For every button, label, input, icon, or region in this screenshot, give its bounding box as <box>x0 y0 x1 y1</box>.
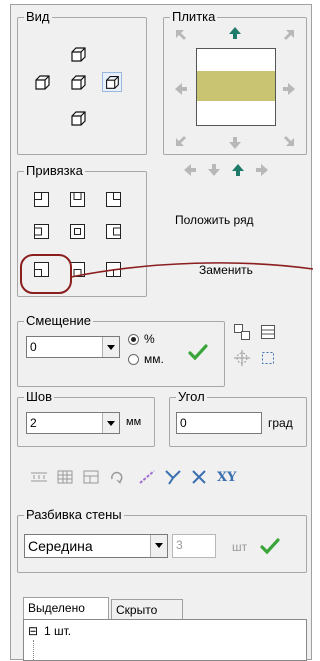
shift-down-icon[interactable] <box>207 163 221 177</box>
tile-group-title: Плитка <box>170 9 218 25</box>
distribute-horizontal-icon[interactable] <box>29 469 49 487</box>
seam-combo[interactable]: 2 <box>26 412 120 434</box>
wall-split-group-title: Разбивка стены <box>24 507 124 523</box>
selection-tree: ⊟ 1 шт. <box>23 619 307 661</box>
wall-split-dropdown-icon[interactable] <box>150 535 167 557</box>
wall-split-group: Разбивка стены Середина 3 шт <box>17 507 307 573</box>
highlight-annotation <box>20 254 313 294</box>
tile-tool-panel: Вид Плитка Привязка Положить ряд Заменит… <box>10 4 313 661</box>
wall-split-apply-checkmark-icon[interactable] <box>260 538 280 555</box>
offset-group: Смещение 0 % мм. <box>17 313 225 387</box>
cross-icon[interactable] <box>189 469 209 487</box>
arrow-right-icon[interactable] <box>282 82 296 96</box>
snap-middle-left-icon[interactable] <box>34 224 49 239</box>
snap-top-left-icon[interactable] <box>34 192 49 207</box>
angle-input[interactable]: 0 <box>176 412 262 434</box>
tree-line <box>33 640 34 660</box>
view-bottom-cube-icon[interactable] <box>68 108 88 128</box>
offset-mm-label: мм. <box>144 352 164 366</box>
offset-group-title: Смещение <box>24 313 94 329</box>
arrow-up-left-icon[interactable] <box>174 28 188 42</box>
view-top-cube-icon[interactable] <box>68 44 88 64</box>
angle-group: Угол 0 град <box>169 389 307 447</box>
seam-unit: мм <box>126 416 142 428</box>
line-tool-icon[interactable] <box>137 469 157 487</box>
snap-top-center-icon[interactable] <box>70 192 85 207</box>
tile-group: Плитка <box>163 9 307 155</box>
arrange-icon[interactable] <box>233 323 253 341</box>
offset-value: 0 <box>30 340 37 354</box>
wall-split-unit: шт <box>232 540 248 554</box>
offset-percent-radio[interactable] <box>128 334 139 345</box>
view-right-cube-icon[interactable] <box>102 72 122 92</box>
xy-button[interactable]: XY <box>217 470 236 485</box>
angle-unit: град <box>268 416 293 430</box>
replace-button[interactable]: Заменить <box>199 263 253 277</box>
wall-split-combo[interactable]: Середина <box>24 534 168 558</box>
view-front-cube-icon[interactable] <box>68 72 88 92</box>
tab-hidden[interactable]: Скрыто <box>111 599 183 619</box>
seam-value: 2 <box>30 416 37 430</box>
rotate-icon[interactable] <box>107 469 127 487</box>
arrow-down-icon[interactable] <box>228 136 242 150</box>
seam-dropdown-icon[interactable] <box>102 413 119 433</box>
layout-icon[interactable] <box>81 469 101 487</box>
snap-group-title: Привязка <box>24 163 85 179</box>
view-group-title: Вид <box>24 9 52 25</box>
snap-middle-right-icon[interactable] <box>106 224 121 239</box>
angle-value: 0 <box>180 416 187 430</box>
offset-combo[interactable]: 0 <box>26 336 120 358</box>
wall-split-mode: Середина <box>28 538 93 554</box>
shift-right-icon[interactable] <box>255 163 269 177</box>
arrow-down-left-icon[interactable] <box>174 134 188 148</box>
wall-split-count-input[interactable]: 3 <box>172 534 216 558</box>
offset-dropdown-icon[interactable] <box>102 337 119 357</box>
tab-selected[interactable]: Выделено <box>23 597 109 619</box>
arrow-up-icon[interactable] <box>228 26 242 40</box>
wall-split-count: 3 <box>176 538 183 552</box>
snap-top-right-icon[interactable] <box>106 192 121 207</box>
view-left-cube-icon[interactable] <box>32 72 52 92</box>
angle-tool-icon[interactable] <box>163 469 183 487</box>
tree-expand-icon[interactable]: ⊟ <box>28 624 38 638</box>
offset-mm-radio[interactable] <box>128 354 139 365</box>
center-point-icon[interactable] <box>233 349 253 367</box>
shift-left-icon[interactable] <box>183 163 197 177</box>
seam-group: Шов 2 мм <box>17 389 155 447</box>
offset-apply-checkmark-icon[interactable] <box>188 344 208 361</box>
place-row-button[interactable]: Положить ряд <box>175 213 254 227</box>
offset-percent-label: % <box>144 332 155 346</box>
rows-icon[interactable] <box>259 323 279 341</box>
bounds-icon[interactable] <box>259 349 279 367</box>
tree-root-item[interactable]: 1 шт. <box>44 624 71 638</box>
shift-up-icon[interactable] <box>231 163 245 177</box>
arrow-down-right-icon[interactable] <box>282 134 296 148</box>
view-group: Вид <box>17 9 147 155</box>
seam-group-title: Шов <box>24 389 55 405</box>
angle-group-title: Угол <box>176 389 207 405</box>
tile-preview <box>196 48 276 126</box>
tile-preview-fill <box>197 71 275 101</box>
snap-center-icon[interactable] <box>70 224 85 239</box>
arrow-left-icon[interactable] <box>174 82 188 96</box>
grid-icon[interactable] <box>55 469 75 487</box>
arrow-up-right-icon[interactable] <box>282 28 296 42</box>
